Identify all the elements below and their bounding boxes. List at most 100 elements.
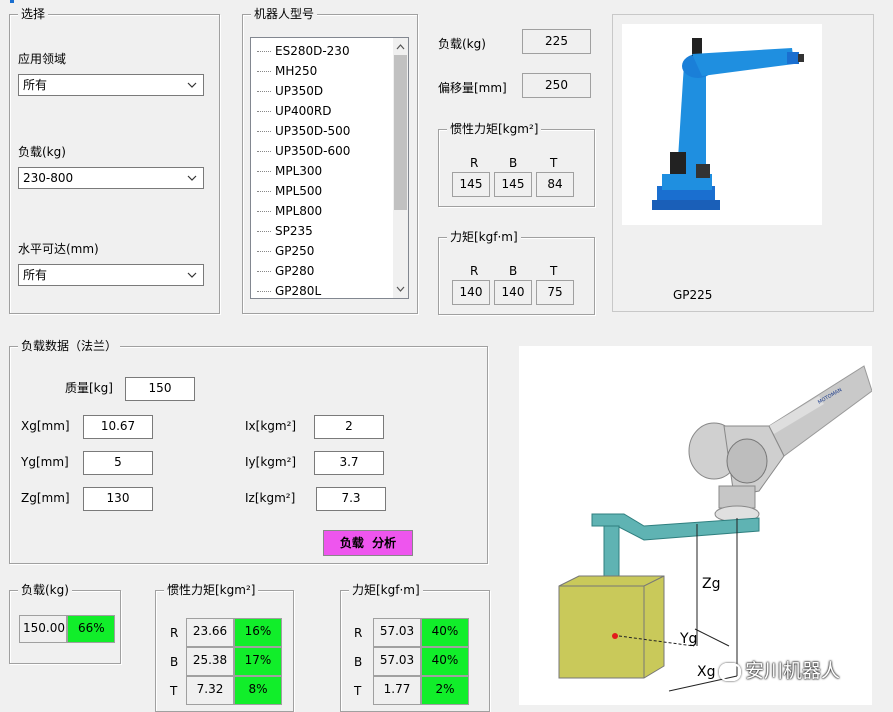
model-list-item-label: ES280D-230 <box>275 44 350 58</box>
select-group-title: 选择 <box>18 7 49 21</box>
diagram-zg-label: Zg <box>702 576 720 592</box>
chat-bubble-icon <box>719 662 741 681</box>
scroll-down-icon[interactable] <box>395 284 406 294</box>
result-inertia-r-percent: 16% <box>234 618 282 647</box>
spec-inertia-b: 145 <box>494 172 532 197</box>
select-group: 选择 应用领域 所有 负载(kg) 230-800 水平可达(mm) 所有 <box>9 7 220 314</box>
application-field-label: 应用领域 <box>18 52 67 66</box>
model-list-item[interactable]: GP280 <box>251 261 314 281</box>
scroll-up-icon[interactable] <box>395 42 406 52</box>
spec-torque-t: 75 <box>536 280 574 305</box>
load-select[interactable]: 230-800 <box>18 167 204 189</box>
spec-torque-group: 力矩[kgf·m] R B T 140 140 75 <box>438 230 595 315</box>
model-list-item-label: MPL500 <box>275 184 323 198</box>
list-scrollbar[interactable] <box>393 38 408 298</box>
tree-line-icon <box>257 271 271 272</box>
watermark: 安川机器人 <box>719 656 840 683</box>
model-list-item-label: UP400RD <box>275 104 332 118</box>
zg-label: Zg[mm] <box>21 491 70 505</box>
model-list-item[interactable]: ES280D-230 <box>251 41 350 61</box>
model-list-item[interactable]: UP400RD <box>251 101 332 121</box>
iz-label: Iz[kgm²] <box>245 491 296 505</box>
tree-line-icon <box>257 171 271 172</box>
spec-torque-b: 140 <box>494 280 532 305</box>
payload-group: 负载数据（法兰） 质量[kg] 150 Xg[mm] 10.67 Yg[mm] … <box>9 339 488 564</box>
chevron-down-icon <box>187 82 197 88</box>
model-list-item-label: SP235 <box>275 224 313 238</box>
tree-line-icon <box>257 211 271 212</box>
model-list-item-label: UP350D-500 <box>275 124 351 138</box>
result-torque-r-value: 57.03 <box>373 618 421 647</box>
application-field-select[interactable]: 所有 <box>18 74 204 96</box>
result-inertia-title: 惯性力矩[kgm²] <box>164 583 259 597</box>
model-list-item-label: MPL300 <box>275 164 323 178</box>
model-list-item[interactable]: GP280L <box>251 281 322 298</box>
result-inertia-axis-b: B <box>170 655 179 669</box>
spec-torque-header-b: B <box>509 264 518 278</box>
model-list-item-label: GP250 <box>275 244 315 258</box>
model-list-item[interactable]: MPL300 <box>251 161 322 181</box>
model-list-item[interactable]: UP350D-500 <box>251 121 350 141</box>
reach-label: 水平可达(mm) <box>18 242 99 256</box>
load-label: 负载(kg) <box>18 145 66 159</box>
model-list-item[interactable]: MPL500 <box>251 181 322 201</box>
ix-label: Ix[kgm²] <box>245 419 297 433</box>
payload-group-title: 负载数据（法兰） <box>18 339 121 353</box>
model-list-item[interactable]: MPL800 <box>251 201 322 221</box>
tree-line-icon <box>257 131 271 132</box>
tree-line-icon <box>257 231 271 232</box>
chevron-down-icon <box>187 272 197 278</box>
yg-input[interactable]: 5 <box>83 451 153 475</box>
spec-offset-label: 偏移量[mm] <box>438 81 507 95</box>
zg-input[interactable]: 130 <box>83 487 153 511</box>
reach-select[interactable]: 所有 <box>18 264 204 286</box>
tree-line-icon <box>257 151 271 152</box>
spec-torque-header-t: T <box>550 264 558 278</box>
tree-line-icon <box>257 111 271 112</box>
result-inertia-axis-r: R <box>170 626 179 640</box>
chevron-down-icon <box>187 175 197 181</box>
model-list-item-label: MPL800 <box>275 204 323 218</box>
model-list-item[interactable]: UP350D <box>251 81 323 101</box>
watermark-text: 安川机器人 <box>745 660 841 682</box>
result-load-value: 150.00 <box>19 615 67 643</box>
iy-input[interactable]: 3.7 <box>314 451 384 475</box>
model-list-item-label: UP350D-600 <box>275 144 351 158</box>
model-list-item-label: GP280L <box>275 284 322 298</box>
result-inertia-b-value: 25.38 <box>186 647 234 676</box>
result-inertia-r-value: 23.66 <box>186 618 234 647</box>
spec-inertia-header-r: R <box>470 156 479 170</box>
ix-input[interactable]: 2 <box>314 415 384 439</box>
result-torque-title: 力矩[kgf·m] <box>349 583 423 597</box>
mass-input[interactable]: 150 <box>125 377 195 401</box>
result-inertia-t-percent: 8% <box>234 676 282 705</box>
iz-input[interactable]: 7.3 <box>316 487 386 511</box>
result-load-title: 负载(kg) <box>18 583 72 597</box>
result-torque-axis-r: R <box>354 626 363 640</box>
model-list-item[interactable]: UP350D-600 <box>251 141 350 161</box>
model-list-item-label: MH250 <box>275 64 318 78</box>
model-list-item-label: UP350D <box>275 84 324 98</box>
load-analysis-button[interactable]: 负载 分析 <box>323 530 413 556</box>
model-list[interactable]: ES280D-230 MH250 UP350D UP400RD UP350D-500 UP… <box>250 37 409 299</box>
result-torque-axis-b: B <box>354 655 363 669</box>
reach-select-value: 所有 <box>23 268 48 282</box>
window-corner-mark <box>10 0 14 3</box>
result-inertia-group: 惯性力矩[kgm²] R 23.66 16% B 25.38 17% T 7.3… <box>155 583 294 712</box>
mass-label: 质量[kg] <box>65 381 113 395</box>
model-list-item[interactable]: GP250 <box>251 241 314 261</box>
spec-inertia-header-b: B <box>509 156 518 170</box>
result-torque-axis-t: T <box>354 684 362 698</box>
scroll-thumb[interactable] <box>394 55 407 210</box>
tree-line-icon <box>257 51 271 52</box>
spec-inertia-r: 145 <box>452 172 490 197</box>
model-group-title: 机器人型号 <box>251 7 318 21</box>
diagram-xg-label: Xg <box>697 664 715 680</box>
xg-label: Xg[mm] <box>21 419 70 433</box>
result-inertia-t-value: 7.32 <box>186 676 234 705</box>
xg-input[interactable]: 10.67 <box>83 415 153 439</box>
spec-offset-value: 250 <box>522 73 591 98</box>
model-list-item[interactable]: SP235 <box>251 221 313 241</box>
model-list-item[interactable]: MH250 <box>251 61 317 81</box>
spec-inertia-title: 惯性力矩[kgm²] <box>447 122 542 136</box>
